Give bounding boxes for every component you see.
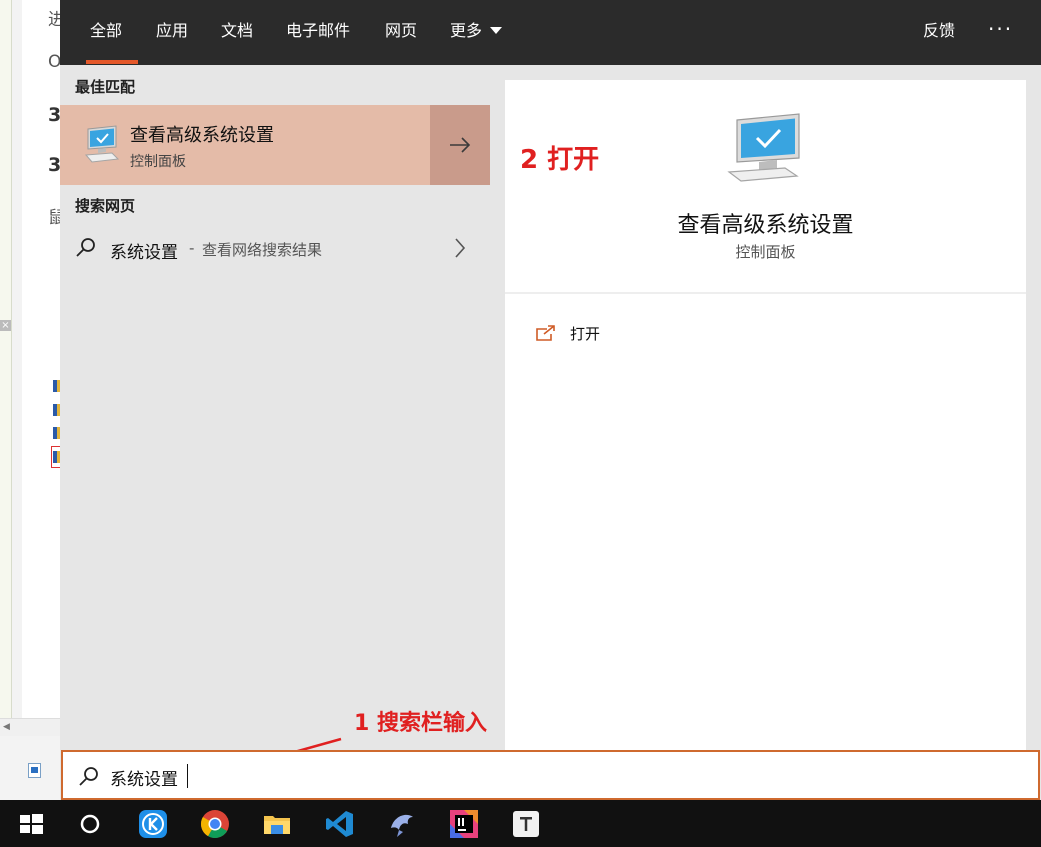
tab-web[interactable]: 网页 [385,0,417,65]
dolphin-app-icon[interactable] [386,808,418,840]
text-cursor [187,764,188,788]
arrow-right-icon [450,137,471,153]
windows-start-icon[interactable] [15,808,47,840]
tab-email[interactable]: 电子邮件 [286,0,350,65]
tab-all[interactable]: 全部 [90,0,122,65]
search-web-heading: 搜索网页 [75,197,136,215]
search-flyout: 全部 应用 文档 电子邮件 网页 更多 反馈 ··· 最佳匹配 查看高级系统设置… [60,0,1041,800]
search-bar[interactable]: 系统设置 [61,750,1040,800]
computer-monitor-icon [84,125,120,163]
computer-monitor-icon [727,113,800,182]
typora-icon[interactable] [510,808,542,840]
chrome-icon[interactable] [199,808,231,840]
search-category-nav: 全部 应用 文档 电子邮件 网页 更多 反馈 ··· [60,0,1041,65]
background-sidebar [0,0,12,735]
annotation-step-2: 2 打开 [520,145,600,175]
preview-header: 查看高级系统设置 控制面板 [505,80,1026,294]
annotation-step-1: 1 搜索栏输入 [354,711,487,736]
preview-pane: 查看高级系统设置 控制面板 打开 [505,80,1026,750]
preview-title: 查看高级系统设置 [677,213,854,238]
tab-apps[interactable]: 应用 [156,0,188,65]
tab-more[interactable]: 更多 [450,0,482,65]
scroll-left-icon[interactable]: ◀ [3,722,10,732]
shield-icon [53,380,60,392]
file-explorer-icon[interactable] [261,808,293,840]
best-match-subtitle: 控制面板 [130,154,186,170]
expand-details-button[interactable] [430,105,490,185]
close-icon[interactable]: × [0,320,11,331]
open-action-label: 打开 [570,325,601,343]
intellij-icon[interactable] [448,808,480,840]
feedback-button[interactable]: 反馈 [923,0,955,65]
best-match-result[interactable]: 查看高级系统设置 控制面板 [60,105,490,185]
web-result-separator: - [189,239,195,257]
open-action-button[interactable]: 打开 [533,320,733,348]
tab-documents[interactable]: 文档 [221,0,253,65]
best-match-open-area[interactable]: 查看高级系统设置 控制面板 [60,105,429,185]
vscode-icon[interactable] [324,808,356,840]
best-match-title: 查看高级系统设置 [130,125,274,146]
shield-icon [53,427,60,439]
chevron-down-icon[interactable] [490,27,502,34]
web-search-result[interactable]: 系统设置 - 查看网络搜索结果 [60,228,490,270]
k-app-icon[interactable] [137,808,169,840]
cortana-circle-icon[interactable] [74,808,106,840]
chevron-right-icon[interactable] [452,236,468,260]
results-list: 最佳匹配 查看高级系统设置 控制面板 搜索网页 系统设置 - 查看网络搜索结果 [60,65,490,750]
best-match-heading: 最佳匹配 [75,78,136,96]
search-input[interactable]: 系统设置 [110,765,178,790]
web-result-description: 查看网络搜索结果 [202,241,323,259]
background-highlight-box [51,446,60,468]
shield-icon [53,404,60,416]
more-options-button[interactable]: ··· [988,0,1013,65]
horizontal-scrollbar[interactable]: ◀ [0,718,60,736]
active-tab-indicator [86,60,138,64]
open-external-icon [536,325,555,341]
taskbar [0,800,1041,847]
search-icon [79,767,98,786]
file-icon[interactable] [28,763,41,778]
search-icon [76,238,95,257]
background-window: 进 O 3 3 鼠 × ◀ [0,0,65,800]
preview-subtitle: 控制面板 [735,243,796,261]
web-result-query: 系统设置 [110,243,178,263]
